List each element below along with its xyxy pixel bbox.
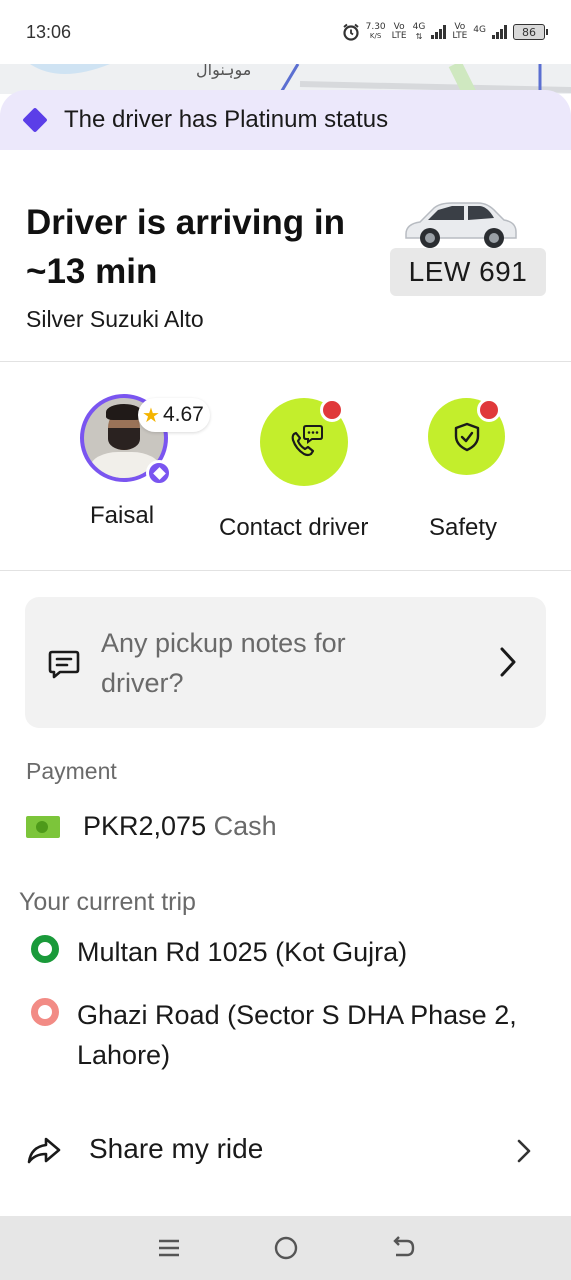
trip-heading: Your current trip (19, 888, 196, 916)
pickup-address[interactable]: Multan Rd 1025 (Kot Gujra) (77, 932, 547, 972)
menu-nav-button[interactable] (154, 1233, 184, 1263)
shield-icon (454, 422, 479, 451)
star-icon: ★ (142, 404, 160, 427)
home-nav-button[interactable] (271, 1233, 301, 1263)
rating-value: 4.67 (162, 403, 204, 426)
share-ride-label: Share my ride (89, 1133, 264, 1164)
share-icon (27, 1137, 61, 1164)
car-icon (405, 202, 517, 248)
payment-heading: Payment (26, 758, 117, 784)
contact-notification-dot (320, 398, 344, 422)
dropoff-marker-icon (31, 998, 59, 1026)
status-time: 13:06 (26, 21, 72, 42)
arrival-section: Driver is arriving in ~13 min Silver Suz… (0, 150, 571, 362)
platinum-banner: The driver has Platinum status (0, 90, 571, 150)
payment-row[interactable]: PKR2,075 Cash (83, 811, 277, 842)
alarm-icon (342, 23, 359, 41)
menu-icon (158, 1239, 179, 1257)
safety-notification-dot (477, 398, 501, 422)
arrival-title: Driver is arriving in ~13 min (26, 203, 346, 291)
contact-driver-label[interactable]: Contact driver (219, 514, 368, 542)
phone-chat-icon (291, 425, 323, 457)
status-icons: 7.30 K/S Vo LTE 4G ⇅ Vo LTE 4G 86 (342, 22, 548, 42)
payment-amount: PKR2,075 (83, 811, 207, 841)
map-place-label: موہنوال (196, 64, 252, 79)
net-speed-unit: K/S (369, 32, 382, 40)
driver-actions: ★ 4.67 Faisal Contact driver Safety (0, 362, 571, 571)
sim2-signal-icon (492, 25, 507, 39)
pickup-notes-button[interactable]: Any pickup notes for driver? (25, 597, 546, 728)
battery-icon: 86 (513, 24, 548, 40)
net-speed: 7.30 K/S (366, 23, 386, 41)
sim2-volte: Vo LTE (452, 23, 467, 41)
license-plate: LEW 691 (390, 248, 546, 296)
share-ride-button[interactable]: Share my ride (0, 1116, 571, 1186)
payment-method: Cash (213, 811, 277, 841)
back-icon (392, 1236, 414, 1257)
sim1-signal-icon (431, 25, 447, 39)
status-bar: 13:06 7.30 K/S Vo LTE 4G ⇅ Vo LTE 4G 86 (0, 0, 571, 64)
diamond-icon (22, 107, 48, 133)
system-nav-bar (0, 1216, 571, 1280)
chevron-right-icon (517, 1139, 531, 1163)
safety-label[interactable]: Safety (429, 514, 497, 542)
driver-rating: ★ 4.67 (138, 398, 210, 432)
chevron-right-icon (500, 647, 516, 677)
message-icon (48, 650, 80, 679)
net-speed-value: 7.30 (365, 22, 386, 32)
pickup-marker-icon (31, 935, 59, 963)
home-circle-icon (274, 1236, 297, 1260)
sim1-gen: 4G ⇅ (412, 22, 426, 42)
dropoff-address[interactable]: Ghazi Road (Sector S DHA Phase 2, Lahore… (77, 995, 547, 1075)
car-model: Silver Suzuki Alto (26, 306, 204, 332)
platinum-badge-icon (146, 460, 172, 486)
sim1-lte: LTE (391, 31, 407, 41)
sim2-gen-label: 4G (473, 25, 486, 35)
battery-level: 86 (522, 25, 536, 39)
sim2-lte: LTE (452, 31, 468, 41)
back-nav-button[interactable] (388, 1233, 418, 1263)
sim1-gen-label: 4G (412, 22, 426, 32)
driver-name: Faisal (90, 502, 155, 529)
sim1-volte: Vo LTE (392, 23, 407, 41)
cash-icon (26, 816, 60, 838)
platinum-text: The driver has Platinum status (64, 106, 389, 133)
pickup-notes-placeholder: Any pickup notes for driver? (101, 628, 346, 698)
